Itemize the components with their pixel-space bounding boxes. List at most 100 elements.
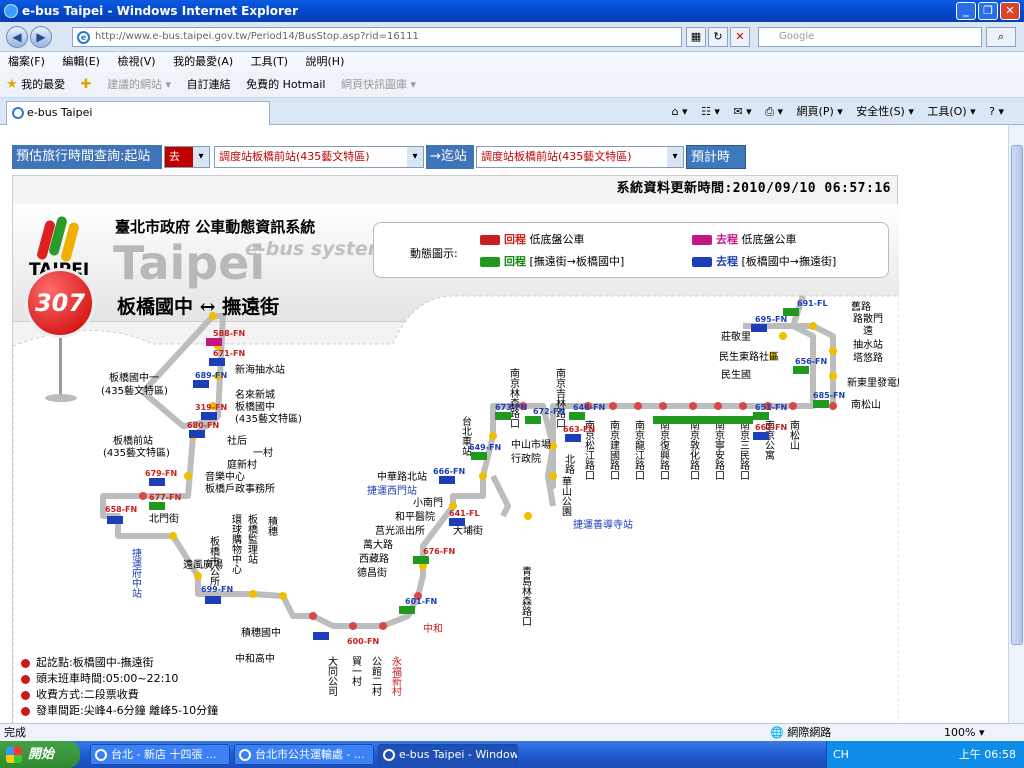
station-label: 小南門 bbox=[413, 496, 443, 509]
station-label: 行政院 bbox=[511, 452, 541, 465]
svg-text:588-FN: 588-FN bbox=[213, 329, 245, 338]
station-label: 板橋市公所 bbox=[208, 535, 220, 587]
fav-hotmail[interactable]: 免費的 Hotmail bbox=[246, 72, 325, 98]
back-button[interactable]: ◀ bbox=[6, 26, 28, 48]
address-input[interactable]: e http://www.e-bus.taipei.gov.tw/Period1… bbox=[72, 27, 682, 47]
svg-text:601-FN: 601-FN bbox=[405, 597, 437, 606]
estimate-button[interactable]: 預計時間 bbox=[686, 145, 746, 189]
compat-view-icon[interactable]: ▦ bbox=[686, 27, 706, 47]
language-indicator[interactable]: CH bbox=[833, 748, 849, 761]
station-label: 中山市場 bbox=[511, 438, 551, 451]
svg-text:676-FN: 676-FN bbox=[423, 547, 455, 556]
direction-select[interactable]: 去程 bbox=[164, 146, 210, 183]
task-item-active[interactable]: e-bus Taipei - Window... bbox=[378, 744, 518, 765]
zoom-level[interactable]: 100% ▾ bbox=[944, 724, 984, 741]
mail-icon[interactable]: ✉ ▾ bbox=[733, 105, 751, 118]
forward-button[interactable]: ▶ bbox=[30, 26, 52, 48]
station-label: 莊敬里 bbox=[721, 330, 751, 343]
svg-text:695-FN: 695-FN bbox=[755, 315, 787, 324]
status-bar: 完成 🌐 網際網路 100% ▾ bbox=[0, 723, 1024, 741]
svg-text:600-FN: 600-FN bbox=[347, 637, 379, 646]
svg-text:689-FN: 689-FN bbox=[195, 371, 227, 380]
print-icon[interactable]: ⎙ ▾ bbox=[765, 105, 783, 118]
fav-custom-links[interactable]: 自訂連結 bbox=[187, 72, 231, 98]
close-button[interactable]: ✕ bbox=[1000, 2, 1020, 20]
to-station-select[interactable]: 調度站板橋前站(435藝文特區) bbox=[476, 146, 684, 168]
tab-ebus[interactable]: e-bus Taipei bbox=[6, 101, 270, 125]
clock: 上午 06:58 bbox=[958, 748, 1016, 761]
window-title: e-bus Taipei - Windows Internet Explorer bbox=[22, 4, 298, 18]
station-label: 永福新村 bbox=[390, 655, 402, 696]
feeds-icon[interactable]: ☷ ▾ bbox=[701, 105, 720, 118]
station-label: 捷運府中站 bbox=[130, 547, 142, 599]
station-label: 和平醫院 bbox=[395, 510, 435, 523]
station-label: 捷運善導寺站 bbox=[573, 518, 633, 531]
station-label: 北路 bbox=[563, 454, 575, 475]
tab-bar: e-bus Taipei ⌂ ▾ ☷ ▾ ✉ ▾ ⎙ ▾ 網頁(P) ▾ 安全性… bbox=[0, 98, 1024, 125]
station-label: (435藝文特區) bbox=[235, 412, 302, 425]
station-label: 北門街 bbox=[149, 512, 179, 525]
menu-bar: 檔案(F) 編輯(E) 檢視(V) 我的最愛(A) 工具(T) 說明(H) bbox=[0, 52, 1024, 72]
scroll-thumb[interactable] bbox=[1011, 145, 1023, 645]
svg-text:656-FN: 656-FN bbox=[795, 357, 827, 366]
station-label: 南京龍江路口 bbox=[633, 419, 645, 480]
menu-view[interactable]: 檢視(V) bbox=[117, 55, 155, 68]
search-input[interactable]: Google bbox=[758, 27, 982, 47]
refresh-icon[interactable]: ↻ bbox=[708, 27, 728, 47]
menu-favorites[interactable]: 我的最愛(A) bbox=[173, 55, 233, 68]
safety-menu[interactable]: 安全性(S) ▾ bbox=[856, 105, 914, 118]
station-label: 南松山 bbox=[851, 398, 881, 411]
task-item[interactable]: 台北 - 新店 十四張 ... bbox=[90, 744, 230, 765]
maximize-button[interactable]: ❐ bbox=[978, 2, 998, 20]
tools-menu[interactable]: 工具(O) ▾ bbox=[927, 105, 975, 118]
station-label: 南京寧安路口 bbox=[713, 419, 725, 480]
station-label: 路散門 bbox=[853, 312, 883, 325]
svg-text:671-FN: 671-FN bbox=[213, 349, 245, 358]
fav-webslice[interactable]: 網頁快訊圖庫 ▾ bbox=[341, 72, 416, 98]
status-text: 完成 bbox=[4, 726, 26, 739]
route-number-badge: 307 bbox=[25, 268, 95, 338]
station-label: 南京吉林路口 bbox=[554, 367, 566, 428]
fav-suggested[interactable]: 建議的網站 ▾ bbox=[107, 72, 171, 98]
station-label: 音樂中心 bbox=[205, 470, 245, 483]
taskbar: 開始 台北 - 新店 十四張 ... 台北市公共運輸處 - ... e-bus … bbox=[0, 741, 1024, 768]
station-label: 萬大路 bbox=[363, 538, 393, 551]
station-label: 板橋國中一 bbox=[109, 371, 159, 384]
favorites-bar: ★ 我的最愛 ✚ 建議的網站 ▾ 自訂連結 免費的 Hotmail 網頁快訊圖庫… bbox=[0, 72, 1024, 98]
station-label: 新東里發電所 bbox=[847, 376, 899, 389]
stop-icon[interactable]: ✕ bbox=[730, 27, 750, 47]
from-station-select[interactable]: 調度站板橋前站(435藝文特區) bbox=[214, 146, 424, 168]
system-tray: CH 上午 06:58 bbox=[826, 741, 1024, 768]
window-titlebar[interactable]: e-bus Taipei - Windows Internet Explorer… bbox=[0, 0, 1024, 22]
favorites-button[interactable]: ★ 我的最愛 bbox=[6, 72, 65, 98]
page-menu[interactable]: 網頁(P) ▾ bbox=[797, 105, 843, 118]
station-label: 德昌街 bbox=[357, 566, 387, 579]
station-label: 華山公園 bbox=[560, 476, 572, 517]
station-label: 西藏路 bbox=[359, 552, 389, 565]
menu-help[interactable]: 說明(H) bbox=[306, 55, 345, 68]
vertical-scrollbar[interactable] bbox=[1008, 125, 1024, 723]
add-favorite-icon[interactable]: ✚ bbox=[81, 72, 92, 98]
task-item[interactable]: 台北市公共運輸處 - ... bbox=[234, 744, 374, 765]
menu-edit[interactable]: 編輯(E) bbox=[62, 55, 100, 68]
star-icon: ★ bbox=[6, 77, 18, 92]
station-label: 舊路 bbox=[851, 300, 871, 313]
menu-tools[interactable]: 工具(T) bbox=[251, 55, 288, 68]
svg-text:666-FN: 666-FN bbox=[433, 467, 465, 476]
help-icon[interactable]: ? ▾ bbox=[989, 105, 1004, 118]
from-label: 預估旅行時間查詢:起站 bbox=[12, 145, 162, 169]
station-label: 大同公司 bbox=[326, 655, 338, 696]
minimize-button[interactable]: _ bbox=[956, 2, 976, 20]
home-icon[interactable]: ⌂ ▾ bbox=[672, 105, 688, 118]
menu-file[interactable]: 檔案(F) bbox=[8, 55, 45, 68]
station-label: 貿一村 bbox=[350, 656, 362, 686]
page-icon: e bbox=[77, 31, 90, 44]
start-button[interactable]: 開始 bbox=[0, 741, 80, 768]
svg-text:677-FN: 677-FN bbox=[149, 493, 181, 502]
svg-text:672-FN: 672-FN bbox=[533, 407, 565, 416]
search-icon[interactable]: ⌕ bbox=[986, 27, 1016, 47]
info-line: 起訖點:板橋國中-撫遠街 bbox=[21, 656, 321, 669]
station-label: 環球購物中心 bbox=[230, 514, 242, 574]
svg-text:691-FL: 691-FL bbox=[797, 299, 828, 308]
station-label: 社后 bbox=[227, 434, 247, 447]
